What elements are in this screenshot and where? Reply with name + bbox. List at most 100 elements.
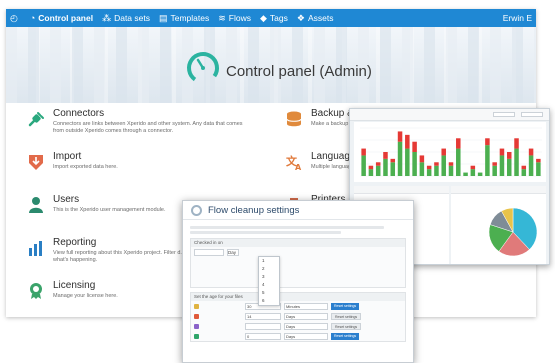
reset-settings-button[interactable]: Reset settings bbox=[331, 332, 360, 340]
bar bbox=[514, 138, 519, 149]
bar bbox=[506, 158, 512, 176]
period-select[interactable] bbox=[493, 112, 515, 117]
bar bbox=[506, 152, 512, 159]
sitemap-icon: ⁂ bbox=[102, 12, 112, 23]
bar bbox=[361, 148, 366, 156]
dropdown-option[interactable]: 6 bbox=[259, 297, 279, 305]
download-icon bbox=[29, 155, 43, 170]
document-icon: ▤ bbox=[158, 12, 168, 23]
hero-banner: Control panel (Admin) bbox=[6, 27, 536, 103]
schedule-row: Day bbox=[191, 247, 405, 257]
bar bbox=[521, 169, 527, 176]
unit-select[interactable]: Days bbox=[284, 312, 328, 320]
gauge-icon: ◔ bbox=[29, 13, 36, 23]
bar bbox=[375, 165, 381, 176]
bar bbox=[485, 138, 490, 146]
value-input[interactable]: 14 bbox=[245, 312, 281, 320]
bar bbox=[485, 145, 490, 176]
module-import[interactable]: Import Import exported data here. bbox=[6, 151, 246, 193]
bar bbox=[456, 138, 461, 149]
setting-row: 30 Minutes Reset settings bbox=[191, 301, 405, 311]
bar bbox=[375, 162, 381, 166]
svg-text:A: A bbox=[295, 163, 302, 171]
panel-spacer bbox=[191, 257, 405, 287]
frequency-select[interactable] bbox=[194, 248, 224, 256]
bar bbox=[448, 162, 454, 166]
panel-title: Set the age for your files bbox=[191, 293, 405, 301]
nav-assets[interactable]: ❖ Assets bbox=[297, 13, 334, 24]
bar bbox=[397, 131, 403, 142]
gauge-icon bbox=[187, 52, 219, 84]
nav-flows[interactable]: ≋ Flows bbox=[218, 13, 251, 24]
unit-select[interactable]: Days bbox=[284, 322, 328, 330]
reset-settings-button[interactable]: Reset settings bbox=[331, 312, 362, 320]
module-connectors[interactable]: Connectors Connectors are links between … bbox=[6, 108, 246, 150]
backup-icon bbox=[286, 111, 302, 127]
dropdown-option[interactable]: 5 bbox=[259, 289, 279, 297]
period-select-2[interactable] bbox=[521, 112, 543, 117]
module-description: Import exported data here. bbox=[53, 164, 118, 170]
tag-icon: ◆ bbox=[260, 12, 267, 23]
unit-select[interactable]: Days bbox=[284, 332, 328, 340]
age-panel: Set the age for your files 30 Minutes Re… bbox=[190, 292, 406, 342]
bar bbox=[426, 165, 432, 170]
bar-chart-panel bbox=[354, 122, 546, 182]
bar bbox=[397, 141, 403, 176]
nav-data-sets[interactable]: ⁂ Data sets bbox=[102, 13, 150, 24]
nav-control-panel[interactable]: ◔ Control panel bbox=[30, 13, 93, 23]
translate-icon: 文 A bbox=[286, 154, 302, 171]
nav-tags[interactable]: ◆ Tags bbox=[260, 13, 288, 24]
flow-icon: ≋ bbox=[218, 12, 226, 23]
checked-in-panel: Checked in on Day bbox=[190, 238, 406, 288]
module-title: Import bbox=[53, 151, 82, 162]
reset-settings-button[interactable]: Reset settings bbox=[331, 302, 360, 310]
setting-row: 14 Days Reset settings bbox=[191, 311, 405, 321]
setting-row: 0 Days Reset settings bbox=[191, 331, 405, 341]
description-line bbox=[190, 231, 342, 234]
bar bbox=[521, 165, 527, 170]
bar bbox=[492, 165, 497, 176]
nav-label: Data sets bbox=[114, 13, 150, 23]
license-icon bbox=[30, 283, 42, 299]
setting-row: Days Reset settings bbox=[191, 321, 405, 331]
bar bbox=[434, 165, 439, 176]
day-select[interactable]: Day bbox=[227, 248, 239, 256]
bar bbox=[477, 172, 483, 176]
status-dot bbox=[194, 333, 199, 339]
bar bbox=[448, 165, 454, 176]
bar bbox=[426, 169, 432, 176]
dashboard-toolbar bbox=[350, 109, 549, 121]
bar bbox=[405, 134, 410, 149]
dialog-body: Checked in on Day Set the age for your f… bbox=[183, 220, 413, 346]
module-description: Connectors are links between Xperido and… bbox=[53, 121, 243, 134]
unit-select[interactable]: Minutes bbox=[284, 302, 328, 310]
dropdown-option[interactable]: 3 bbox=[259, 273, 279, 281]
value-input[interactable] bbox=[245, 322, 281, 330]
bar bbox=[499, 155, 505, 176]
module-title: Connectors bbox=[53, 108, 105, 119]
nav-templates[interactable]: ▤ Templates bbox=[159, 13, 209, 24]
nav-label: Tags bbox=[269, 13, 288, 23]
nav-label: Control panel bbox=[38, 13, 94, 23]
bar bbox=[405, 148, 410, 176]
dropdown-option[interactable]: 1 bbox=[259, 257, 279, 265]
value-input[interactable]: 0 bbox=[245, 332, 281, 340]
flow-cleanup-window: Flow cleanup settings Checked in on Day … bbox=[182, 200, 414, 363]
bar bbox=[536, 162, 541, 176]
user-menu[interactable]: Erwin E bbox=[503, 13, 532, 23]
bar bbox=[441, 155, 446, 176]
bar bbox=[383, 152, 388, 159]
top-navbar: ◴ ◔ Control panel ⁂ Data sets ▤ Template… bbox=[6, 9, 536, 27]
nav-label: Flows bbox=[228, 13, 251, 23]
bar bbox=[528, 155, 534, 176]
dropdown-option[interactable]: 4 bbox=[259, 281, 279, 289]
nav-home[interactable]: ◴ bbox=[10, 13, 21, 24]
clock-icon: ◴ bbox=[10, 12, 18, 23]
bar bbox=[456, 148, 461, 176]
bar-chart bbox=[360, 127, 542, 177]
page-title: Control panel (Admin) bbox=[226, 63, 372, 80]
bar bbox=[514, 148, 519, 176]
dropdown-option[interactable]: 2 bbox=[259, 265, 279, 273]
reset-settings-button[interactable]: Reset settings bbox=[331, 322, 362, 330]
diamond-icon: ❖ bbox=[296, 12, 305, 23]
